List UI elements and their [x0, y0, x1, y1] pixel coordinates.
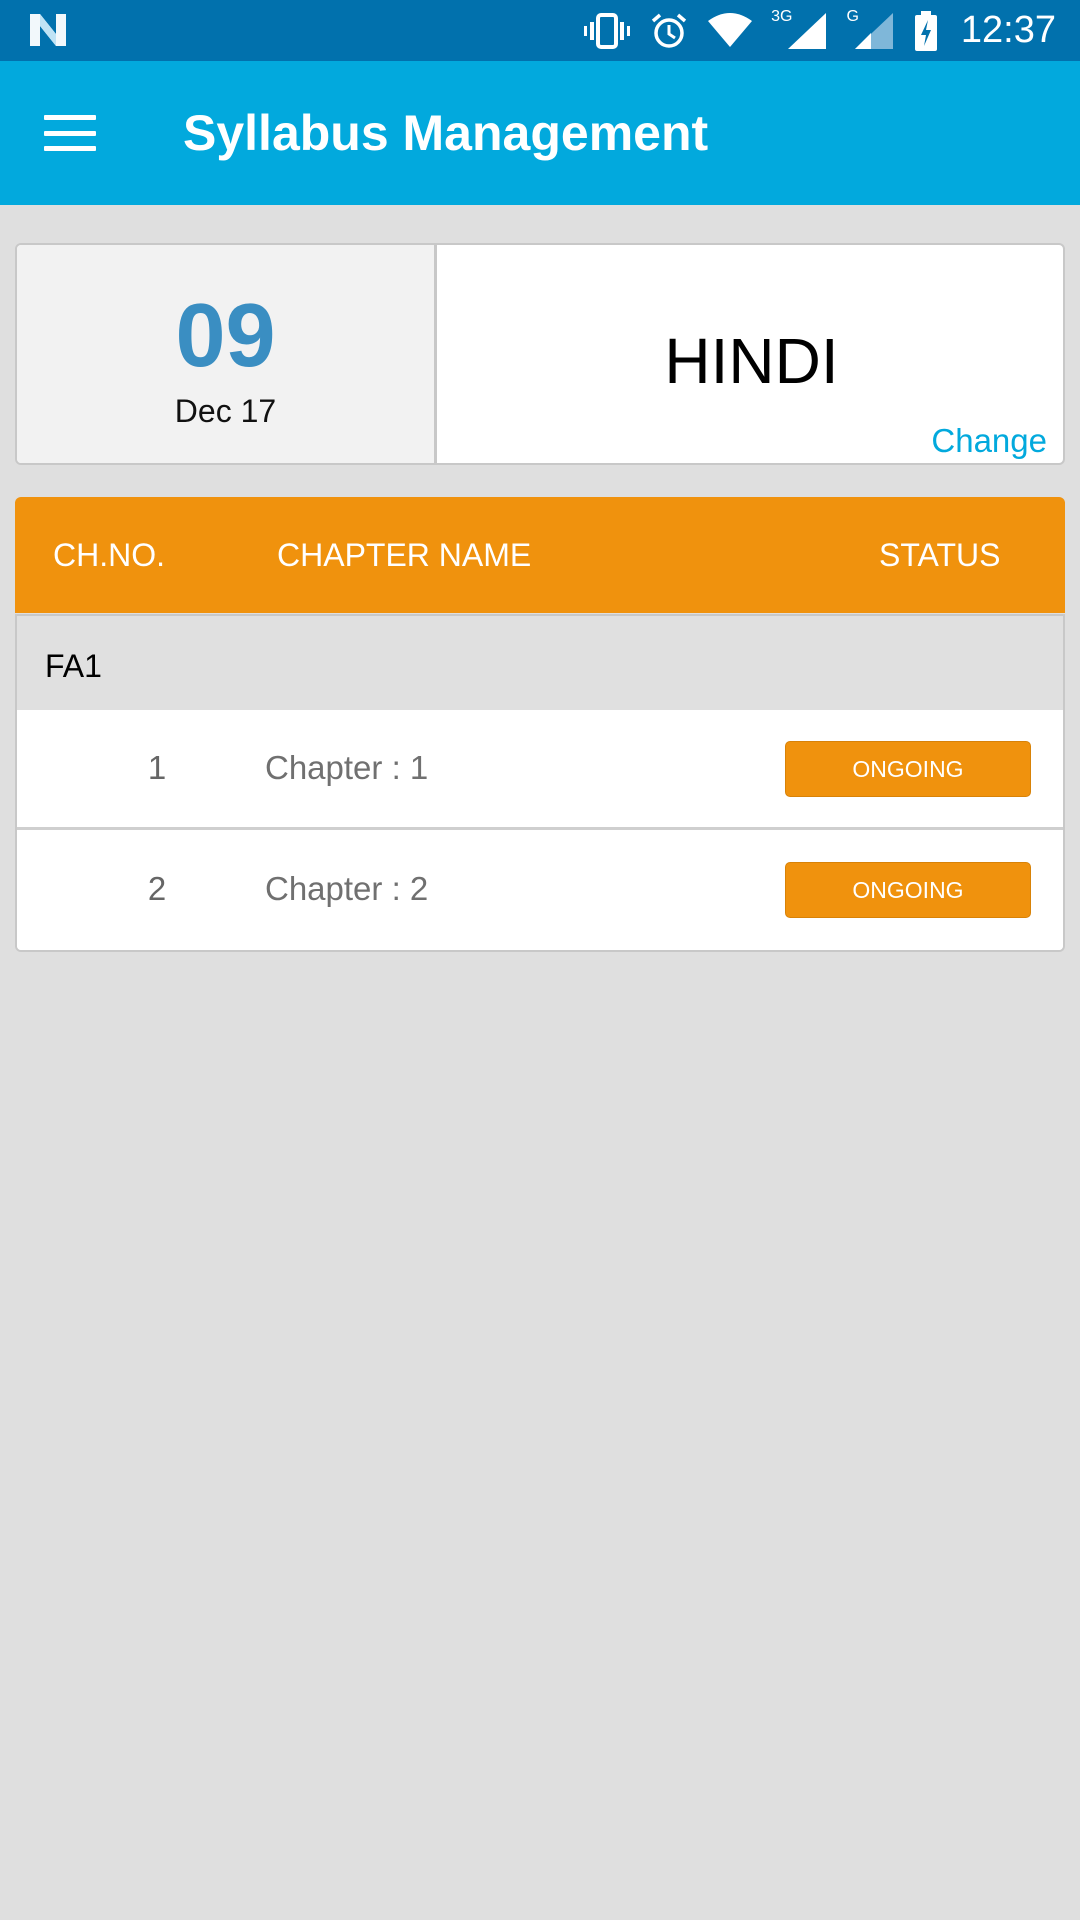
date-subject-card: 09 Dec 17 HINDI Change — [15, 243, 1065, 465]
section-header-row: FA1 — [17, 614, 1063, 710]
clock-time: 12:37 — [960, 9, 1056, 51]
header-chapter-no: CH.NO. — [53, 537, 165, 573]
hamburger-menu-icon[interactable] — [40, 107, 100, 159]
battery-charging-icon — [913, 10, 939, 52]
signal-g-icon: G — [846, 7, 894, 51]
table-row[interactable]: 2 Chapter : 2 ONGOING — [17, 831, 1063, 950]
wifi-icon — [707, 12, 753, 49]
date-panel[interactable]: 09 Dec 17 — [17, 245, 437, 463]
date-month-year: Dec 17 — [174, 393, 277, 429]
network-3g-label: 3G — [771, 7, 793, 25]
n-logo-icon — [28, 12, 68, 53]
chapter-name: Chapter : 1 — [265, 749, 429, 786]
status-bar: 3G G 12:37 — [0, 0, 1080, 61]
table-header: CH.NO. CHAPTER NAME STATUS — [15, 497, 1065, 613]
app-bar: Syllabus Management — [0, 61, 1080, 205]
network-g-label: G — [846, 7, 859, 25]
status-button[interactable]: ONGOING — [785, 862, 1031, 918]
date-day: 09 — [175, 286, 276, 386]
page-title: Syllabus Management — [183, 105, 709, 161]
header-chapter-name: CHAPTER NAME — [277, 537, 532, 573]
status-button[interactable]: ONGOING — [785, 741, 1031, 797]
signal-3g-icon: 3G — [771, 7, 828, 51]
chapter-name: Chapter : 2 — [265, 870, 429, 907]
chapter-number: 2 — [147, 870, 167, 907]
section-label: FA1 — [45, 648, 102, 684]
alarm-icon — [649, 11, 689, 51]
table-row[interactable]: 1 Chapter : 1 ONGOING — [17, 710, 1063, 830]
subject-name: HINDI — [664, 325, 839, 397]
vibrate-icon — [583, 11, 631, 51]
change-subject-link[interactable]: Change — [931, 423, 1047, 459]
chapter-table: FA1 1 Chapter : 1 ONGOING 2 Chapter : 2 … — [15, 614, 1065, 952]
status-icons: 3G G 12:37 — [565, 0, 1080, 61]
chapter-number: 1 — [147, 749, 167, 786]
header-status: STATUS — [879, 537, 1001, 573]
